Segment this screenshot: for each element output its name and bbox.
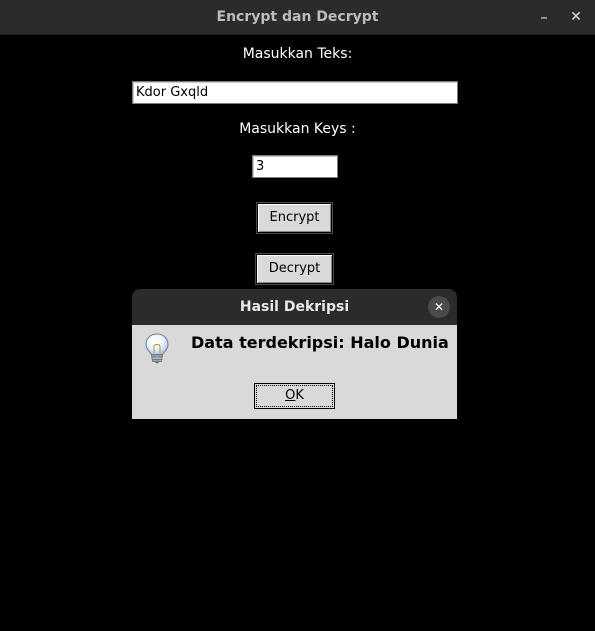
ok-button[interactable]: OK [256,385,333,407]
dialog-body: Data terdekripsi: Halo Dunia OK [132,325,457,419]
dialog-title: Hasil Dekripsi [239,299,350,315]
decrypt-button[interactable]: Decrypt [255,253,334,285]
ok-label-rest: K [295,388,304,403]
keys-input[interactable] [252,155,338,178]
result-dialog: Hasil Dekripsi ✕ Data terdekripsi: Halo … [132,289,457,419]
dialog-message: Data terdekripsi: Halo Dunia [191,333,449,352]
dialog-titlebar: Hasil Dekripsi ✕ [132,289,457,325]
ok-button-frame: OK [254,383,335,409]
close-icon[interactable]: ✕ [564,5,588,29]
text-input[interactable] [132,81,458,104]
minimize-icon[interactable]: – [532,5,556,29]
keys-label: Masukkan Keys : [239,121,356,137]
text-label: Masukkan Teks: [242,46,353,62]
lightbulb-icon [145,333,169,364]
ok-mnemonic: O [285,388,296,403]
window-title: Encrypt dan Decrypt [216,9,379,25]
encrypt-button[interactable]: Encrypt [256,202,333,234]
window-titlebar: Encrypt dan Decrypt – ✕ [0,0,595,35]
dialog-close-icon[interactable]: ✕ [428,296,450,318]
